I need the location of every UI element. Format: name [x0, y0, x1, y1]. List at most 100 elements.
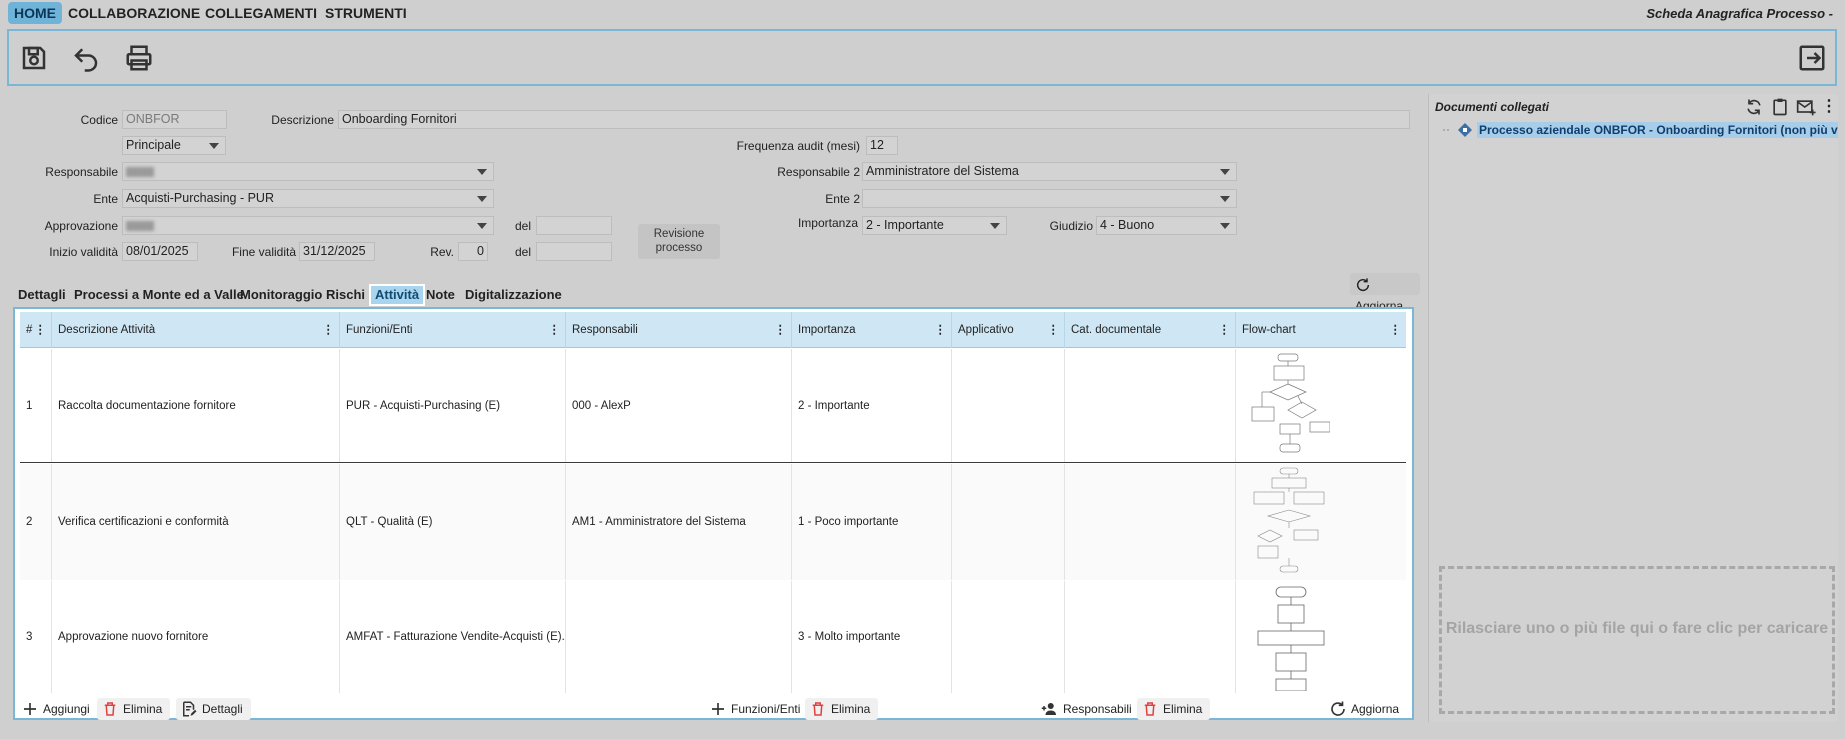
tab-digitalizzazione[interactable]: Digitalizzazione: [461, 284, 566, 306]
redacted-value: [126, 166, 154, 177]
chevron-down-icon: [990, 223, 1000, 229]
descrizione-field[interactable]: Onboarding Fornitori: [338, 110, 1410, 129]
col-num[interactable]: # ⋮: [20, 312, 52, 348]
cell-descrizione: Raccolta documentazione fornitore: [52, 349, 340, 462]
giudizio-select[interactable]: 4 - Buono: [1096, 216, 1237, 235]
print-icon[interactable]: [124, 43, 154, 73]
save-icon[interactable]: [19, 43, 49, 73]
ente-value: Acquisti-Purchasing - PUR: [126, 191, 274, 205]
tipo-select[interactable]: Principale: [122, 136, 226, 155]
inizio-label: Inizio validità: [49, 245, 118, 259]
tab-processi[interactable]: Processi a Monte ed a Valle: [70, 284, 248, 306]
edit-document-icon: [183, 701, 197, 717]
cell-flowchart: [1236, 581, 1406, 693]
tab-rischi[interactable]: Rischi: [322, 284, 369, 306]
inizio-field[interactable]: 08/01/2025: [122, 242, 198, 261]
grid-aggiorna-button[interactable]: Aggiorna: [1325, 698, 1407, 720]
add-button[interactable]: Aggiungi: [17, 698, 98, 720]
delete-button[interactable]: Elimina: [97, 698, 171, 720]
col-funzioni[interactable]: Funzioni/Enti ⋮: [340, 312, 566, 348]
col-responsabili[interactable]: Responsabili ⋮: [566, 312, 792, 348]
chevron-down-icon: [477, 169, 487, 175]
col-cat-documentale[interactable]: Cat. documentale ⋮: [1065, 312, 1236, 348]
add-user-icon: [1041, 703, 1056, 715]
tab-dettagli[interactable]: Dettagli: [14, 284, 70, 306]
cell-num: 3: [20, 581, 52, 693]
codice-label: Codice: [80, 113, 118, 127]
trash-icon: [1144, 702, 1156, 716]
flowchart-thumbnail[interactable]: [1250, 466, 1330, 578]
rev-label: Rev.: [430, 245, 454, 259]
tab-monitoraggio[interactable]: Monitoraggio: [236, 284, 326, 306]
trash-icon: [104, 702, 116, 716]
cell-responsabili: [566, 581, 792, 693]
approvazione-date[interactable]: [536, 216, 612, 235]
ente-label: Ente: [93, 192, 118, 206]
flowchart-thumbnail[interactable]: [1250, 352, 1330, 460]
responsabile2-select[interactable]: Amministratore del Sistema: [862, 162, 1237, 181]
responsabili-button[interactable]: Responsabili: [1037, 698, 1140, 720]
menu-collaborazione[interactable]: COLLABORAZIONE: [62, 2, 206, 24]
frequenza-field[interactable]: 12: [866, 136, 898, 155]
importanza-label: Importanza: [797, 216, 858, 230]
ente2-select[interactable]: [862, 189, 1237, 208]
refresh-icon: [1331, 701, 1345, 716]
cell-flowchart: [1236, 349, 1406, 462]
menu-collegamenti[interactable]: COLLEGAMENTI: [199, 2, 323, 24]
rev-date[interactable]: [536, 242, 612, 261]
cell-applicativo: [952, 581, 1065, 693]
more-options-icon[interactable]: ⋮: [1821, 97, 1841, 117]
col-importanza[interactable]: Importanza ⋮: [792, 312, 952, 348]
importanza-value: 2 - Importante: [866, 218, 944, 232]
flowchart-thumbnail[interactable]: [1250, 583, 1330, 691]
chevron-down-icon: [1220, 196, 1230, 202]
activities-grid: # ⋮ Descrizione Attività ⋮ Funzioni/Enti ⋮ …: [13, 307, 1414, 720]
aggiorna-button[interactable]: Aggiorna: [1350, 273, 1420, 313]
frequenza-label: Frequenza audit (mesi): [736, 139, 860, 153]
plus-icon: [712, 703, 724, 715]
cell-num: 1: [20, 349, 52, 462]
toolbar: [7, 29, 1837, 86]
file-dropzone[interactable]: Rilasciare uno o più file qui o fare cli…: [1439, 566, 1835, 714]
table-row[interactable]: 2 Verifica certificazioni e conformità Q…: [20, 464, 1406, 580]
importanza-select[interactable]: 2 - Importante: [862, 216, 1007, 235]
page-title: Scheda Anagrafica Processo -: [1646, 6, 1833, 21]
rev-field[interactable]: 0: [458, 242, 488, 261]
col-flowchart[interactable]: Flow-chart ⋮: [1236, 312, 1406, 348]
redacted-value: [126, 220, 154, 231]
table-row[interactable]: 1 Raccolta documentazione fornitore PUR …: [20, 349, 1406, 463]
col-applicativo[interactable]: Applicativo ⋮: [952, 312, 1065, 348]
exit-icon[interactable]: [1797, 43, 1827, 73]
documents-panel-title: Documenti collegati: [1435, 100, 1550, 114]
grid-footer: Aggiungi Elimina Dettagli Funzioni/Enti …: [15, 695, 1412, 721]
tab-note[interactable]: Note: [422, 284, 459, 306]
delete-responsabili-button[interactable]: Elimina: [1137, 698, 1211, 720]
tipo-value: Principale: [126, 138, 181, 152]
undo-icon[interactable]: [71, 43, 101, 73]
giudizio-value: 4 - Buono: [1100, 218, 1155, 232]
grid-header: # ⋮ Descrizione Attività ⋮ Funzioni/Enti ⋮ …: [20, 312, 1406, 348]
col-descrizione[interactable]: Descrizione Attività ⋮: [52, 312, 340, 348]
documents-panel: Documenti collegati ⋮ Processo aziendale…: [1428, 94, 1838, 722]
delete-funzioni-button[interactable]: Elimina: [805, 698, 879, 720]
top-menu: HOME COLLABORAZIONE COLLEGAMENTI STRUMEN…: [0, 0, 1845, 26]
responsabile-select[interactable]: [122, 162, 494, 181]
approvazione-select[interactable]: [122, 216, 494, 235]
table-row[interactable]: 3 Approvazione nuovo fornitore AMFAT - F…: [20, 581, 1406, 693]
menu-home[interactable]: HOME: [8, 2, 62, 24]
mail-add-icon[interactable]: [1796, 97, 1816, 117]
fine-field[interactable]: 31/12/2025: [299, 242, 375, 261]
clipboard-icon[interactable]: [1770, 97, 1790, 117]
plus-icon: [24, 703, 36, 715]
codice-field[interactable]: ONBFOR: [122, 110, 227, 129]
tab-attivita[interactable]: Attività: [369, 284, 426, 306]
chevron-down-icon: [209, 143, 219, 149]
sync-icon[interactable]: [1744, 97, 1764, 117]
details-button[interactable]: Dettagli: [176, 698, 251, 720]
linked-document-item[interactable]: Processo aziendale ONBFOR - Onboarding F…: [1477, 122, 1838, 138]
funzioni-enti-button[interactable]: Funzioni/Enti: [705, 698, 808, 720]
menu-strumenti[interactable]: STRUMENTI: [319, 2, 413, 24]
cell-responsabili: 000 - AlexP: [566, 349, 792, 462]
revisione-button[interactable]: Revisione processo: [638, 224, 720, 259]
ente-select[interactable]: Acquisti-Purchasing - PUR: [122, 189, 494, 208]
